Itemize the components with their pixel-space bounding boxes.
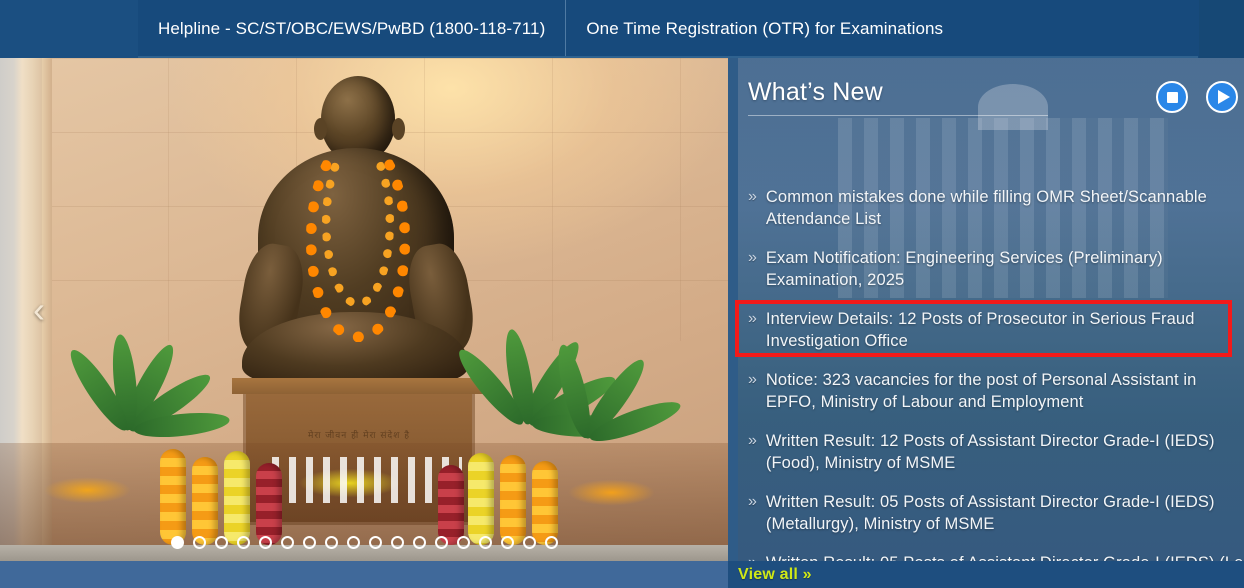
carousel-dot-3[interactable] [214,536,228,549]
topnav-item-otr[interactable]: One Time Registration (OTR) for Examinat… [566,0,963,58]
carousel-dot-5[interactable] [258,536,272,549]
stop-button[interactable] [1156,81,1188,113]
carousel-dot-7[interactable] [302,536,316,549]
view-all-link[interactable]: View all » [738,566,812,584]
title-underline [748,115,1048,116]
whats-new-item-label: Written Result: 05 Posts of Assistant Di… [765,493,1215,533]
chevron-left-icon[interactable]: ‹ [22,287,56,333]
carousel-dot-18[interactable] [544,536,558,549]
whats-new-title: What’s New [748,78,883,106]
stop-icon [1166,91,1178,103]
whats-new-item-label: Common mistakes done while filling OMR S… [765,188,1207,228]
whats-new-item[interactable]: » Common mistakes done while filling OMR … [738,186,1244,230]
marigold-rope-yellow [224,451,250,545]
bullet-icon: » [748,188,757,205]
top-navigation-bar: Helpline - SC/ST/OBC/EWS/PwBD (1800-118-… [0,0,1244,58]
view-all-bar: View all » [728,561,1244,588]
white-flower-row [272,457,462,503]
whats-new-item-label: Notice: 323 vacancies for the post of Pe… [765,371,1197,411]
bullet-icon: » [748,371,757,388]
topnav-item-helpline[interactable]: Helpline - SC/ST/OBC/EWS/PwBD (1800-118-… [138,0,565,58]
whats-new-item[interactable]: » Written Result: 05 Posts of Assistant D… [738,491,1244,535]
marigold-rope-red [438,465,464,545]
marigold-rope-yellow [468,453,494,545]
carousel-dot-15[interactable] [478,536,492,549]
whats-new-item-label: Exam Notification: Engineering Services … [765,249,1163,289]
whats-new-item[interactable]: » Notice: 323 vacancies for the post of P… [738,369,1244,413]
bullet-icon: » [748,493,757,510]
whats-new-item-label: Written Result: 05 Posts of Assistant Di… [766,552,1244,561]
whats-new-item[interactable]: » Written Result: 12 Posts of Assistant D… [738,430,1244,474]
marigold-rope-red [256,463,282,545]
carousel-dot-4[interactable] [236,536,250,549]
bullet-icon: » [748,552,757,561]
play-icon [1217,90,1230,104]
marigold-rope [500,455,526,545]
marigold-rope [192,457,218,545]
whats-new-item[interactable]: » Interview Details: 12 Posts of Prosecut… [738,308,1244,352]
carousel-dot-2[interactable] [192,536,206,549]
carousel-dot-11[interactable] [390,536,404,549]
carousel-dot-14[interactable] [456,536,470,549]
carousel-dot-6[interactable] [280,536,294,549]
carousel-dots[interactable] [0,536,728,549]
carousel-dot-17[interactable] [522,536,536,549]
carousel-dot-12[interactable] [412,536,426,549]
carousel-dot-1[interactable] [170,536,184,549]
panel-left-strip [728,58,738,561]
main-content-row: मेरा जीवन ही मेरा संदेश है ‹ What’s New … [0,58,1244,588]
carousel-dot-9[interactable] [346,536,360,549]
whats-new-item[interactable]: » Written Result: 05 Posts of Assistant D… [738,552,1244,561]
hero-carousel[interactable]: मेरा जीवन ही मेरा संदेश है ‹ [0,58,728,561]
whats-new-item[interactable]: » Exam Notification: Engineering Services… [738,247,1244,291]
bullet-icon: » [748,249,757,266]
topbar-right-strip [1199,0,1244,58]
marigold-garland-inner [322,138,394,308]
whats-new-panel: What’s New » Common mistakes done while f… [728,58,1244,561]
carousel-dot-10[interactable] [368,536,382,549]
carousel-dot-16[interactable] [500,536,514,549]
whats-new-item-label: Interview Details: 12 Posts of Prosecuto… [765,310,1195,350]
marigold-rope [532,461,558,545]
topbar-left-strip [0,0,138,58]
pedestal-inscription: मेरा जीवन ही मेरा संदेश है [308,431,410,441]
topbar-links: Helpline - SC/ST/OBC/EWS/PwBD (1800-118-… [138,0,963,58]
whats-new-list[interactable]: » Common mistakes done while filling OMR … [738,186,1244,561]
gandhi-statue [232,76,480,406]
carousel-dot-13[interactable] [434,536,448,549]
bullet-icon: » [748,310,757,327]
whats-new-item-label: Written Result: 12 Posts of Assistant Di… [765,432,1215,472]
carousel-dot-8[interactable] [324,536,338,549]
bullet-icon: » [748,432,757,449]
play-button[interactable] [1206,81,1238,113]
marigold-rope [160,449,186,545]
